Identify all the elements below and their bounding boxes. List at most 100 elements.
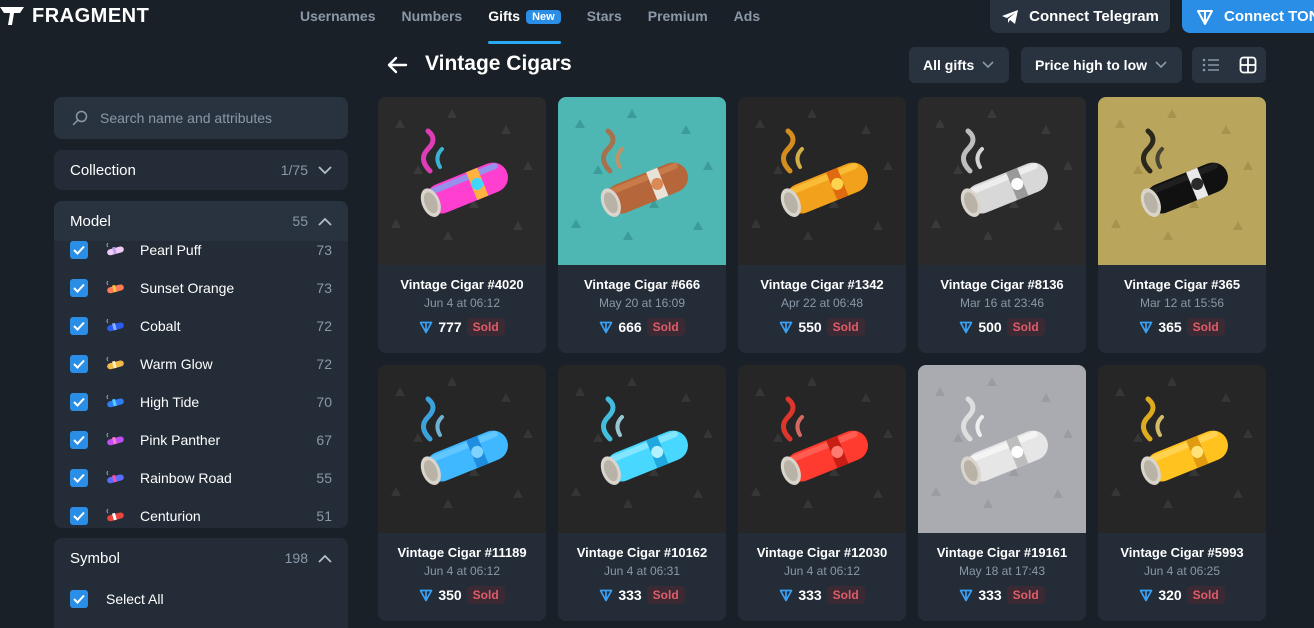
ton-icon: [1139, 321, 1153, 334]
telegram-icon: [1002, 9, 1019, 24]
model-filter-count: 55: [316, 470, 332, 486]
checkbox-checked-icon[interactable]: [70, 241, 88, 259]
checkbox-checked-icon[interactable]: [70, 590, 88, 608]
gift-name: Vintage Cigar #1342: [760, 277, 884, 292]
sold-badge: Sold: [1006, 318, 1045, 336]
nav-numbers[interactable]: Numbers: [402, 0, 463, 44]
symbol-section: Symbol 198 Select All: [54, 538, 348, 628]
gift-card[interactable]: Vintage Cigar #11189 Jun 4 at 06:12 350 Sol…: [378, 365, 546, 621]
gift-image: [738, 97, 906, 265]
vintage-cigar-image: [1098, 365, 1266, 533]
model-filter-item[interactable]: Centurion 51: [54, 497, 348, 528]
gift-price: 365: [1158, 319, 1182, 335]
gift-image: [1098, 97, 1266, 265]
gift-price: 333: [618, 587, 642, 603]
checkbox-checked-icon[interactable]: [70, 317, 88, 335]
gift-card[interactable]: Vintage Cigar #8136 Mar 16 at 23:46 500 Sol…: [918, 97, 1086, 353]
search-input[interactable]: [100, 110, 340, 126]
gift-price-row: 350 Sold: [378, 586, 546, 604]
gift-date: Apr 22 at 06:48: [780, 296, 864, 310]
gift-image: [918, 365, 1086, 533]
gift-date: Jun 4 at 06:12: [423, 296, 501, 310]
list-view-icon: [1202, 58, 1219, 72]
ton-icon: [1197, 9, 1213, 25]
gift-card[interactable]: Vintage Cigar #365 Mar 12 at 15:56 365 Sold: [1098, 97, 1266, 353]
cigar-model-icon: [106, 243, 124, 256]
chevron-up-icon: [318, 217, 332, 226]
cigar-model-icon: [106, 509, 124, 522]
sold-badge: Sold: [1186, 318, 1225, 336]
gift-card[interactable]: Vintage Cigar #10162 Jun 4 at 06:31 333 Sol…: [558, 365, 726, 621]
checkbox-checked-icon[interactable]: [70, 355, 88, 373]
model-filter-item[interactable]: Sunset Orange 73: [54, 269, 348, 307]
ton-icon: [599, 589, 613, 602]
page-title: Vintage Cigars: [425, 52, 572, 75]
sold-badge: Sold: [466, 318, 505, 336]
checkbox-checked-icon[interactable]: [70, 469, 88, 487]
connect-ton-button[interactable]: Connect TON: [1182, 0, 1314, 33]
gift-card[interactable]: Vintage Cigar #12030 Jun 4 at 06:12 333 Sol…: [738, 365, 906, 621]
collection-section: Collection 1/75: [54, 150, 348, 190]
nav-stars[interactable]: Stars: [587, 0, 622, 44]
checkbox-checked-icon[interactable]: [70, 279, 88, 297]
model-filter-item[interactable]: Pearl Puff 73: [54, 241, 348, 269]
nav-numbers-label: Numbers: [401, 8, 463, 24]
back-arrow-icon[interactable]: [386, 54, 408, 76]
model-filter-item[interactable]: Warm Glow 72: [54, 345, 348, 383]
vintage-cigar-image: [378, 97, 546, 265]
model-filter-count: 67: [316, 432, 332, 448]
model-filter-item[interactable]: Rainbow Road 55: [54, 459, 348, 497]
model-filter-item[interactable]: Cobalt 72: [54, 307, 348, 345]
model-filter-label: Pearl Puff: [140, 242, 202, 258]
sort-dropdown[interactable]: Price high to low: [1021, 47, 1182, 83]
gift-price-row: 333 Sold: [558, 586, 726, 604]
sold-badge: Sold: [826, 318, 865, 336]
collection-count: 1/75: [280, 162, 308, 178]
nav-ads[interactable]: Ads: [734, 0, 760, 44]
connect-ton-label: Connect TON: [1224, 8, 1314, 25]
gift-card[interactable]: Vintage Cigar #666 May 20 at 16:09 666 Sold: [558, 97, 726, 353]
gift-date: Mar 16 at 23:46: [959, 296, 1045, 310]
fragment-logo[interactable]: FRAGMENT: [0, 4, 149, 28]
sold-badge: Sold: [1186, 586, 1225, 604]
ton-icon: [959, 589, 973, 602]
collection-header[interactable]: Collection 1/75: [54, 150, 348, 190]
connect-telegram-button[interactable]: Connect Telegram: [990, 0, 1170, 33]
gift-image: [558, 97, 726, 265]
gift-name: Vintage Cigar #365: [1123, 277, 1241, 292]
grid-view-button[interactable]: [1229, 47, 1266, 83]
checkbox-checked-icon[interactable]: [70, 431, 88, 449]
nav-gifts[interactable]: Gifts New: [488, 0, 561, 44]
gift-card[interactable]: Vintage Cigar #5993 Jun 4 at 06:25 320 Sold: [1098, 365, 1266, 621]
gift-filter-dropdown[interactable]: All gifts: [909, 47, 1009, 83]
gift-price-row: 365 Sold: [1098, 318, 1266, 336]
search-box: [54, 97, 348, 139]
symbol-count: 198: [284, 550, 308, 566]
sold-badge: Sold: [646, 318, 685, 336]
gift-image: [1098, 365, 1266, 533]
ton-icon: [599, 321, 613, 334]
gift-card[interactable]: Vintage Cigar #4020 Jun 4 at 06:12 777 Sold: [378, 97, 546, 353]
gift-price: 350: [438, 587, 462, 603]
chevron-up-icon: [318, 554, 332, 563]
checkbox-checked-icon[interactable]: [70, 393, 88, 411]
gift-card[interactable]: Vintage Cigar #1342 Apr 22 at 06:48 550 Sol…: [738, 97, 906, 353]
gift-price: 500: [978, 319, 1002, 335]
gift-name: Vintage Cigar #666: [583, 277, 701, 292]
symbol-header[interactable]: Symbol 198: [54, 538, 348, 578]
symbol-label: Symbol: [70, 549, 121, 567]
model-header[interactable]: Model 55: [54, 201, 348, 241]
gift-image: [918, 97, 1086, 265]
gift-date: Jun 4 at 06:12: [423, 564, 501, 578]
cigar-model-icon: [106, 395, 124, 408]
nav-premium[interactable]: Premium: [648, 0, 708, 44]
model-filter-item[interactable]: Pink Panther 67: [54, 421, 348, 459]
gift-card[interactable]: Vintage Cigar #19161 May 18 at 17:43 333 So…: [918, 365, 1086, 621]
list-view-button[interactable]: [1192, 47, 1229, 83]
model-filter-count: 73: [316, 280, 332, 296]
checkbox-checked-icon[interactable]: [70, 507, 88, 525]
model-filter-list[interactable]: Pearl Puff 73 Sunset Orange 73 Cobalt 72 Warm …: [54, 241, 348, 528]
nav-usernames[interactable]: Usernames: [300, 0, 376, 44]
symbol-select-all[interactable]: Select All: [54, 580, 348, 618]
model-filter-item[interactable]: High Tide 70: [54, 383, 348, 421]
